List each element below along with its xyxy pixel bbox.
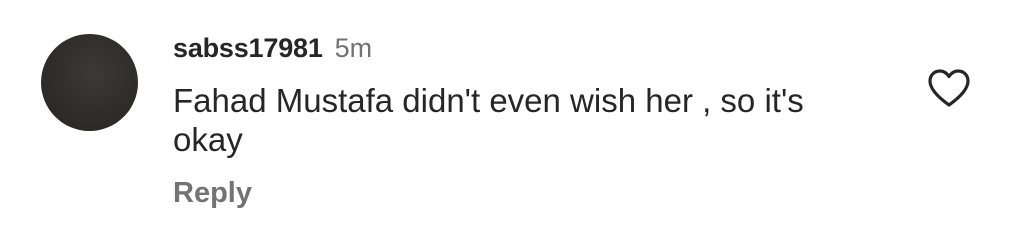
comment-text: Fahad Mustafa didn't even wish her , so … (173, 82, 804, 158)
username-link[interactable]: sabss17981 (173, 33, 323, 63)
comment-timestamp: 5m (334, 33, 373, 63)
like-button[interactable] (926, 67, 972, 109)
comment-body: sabss17981 5m Fahad Mustafa didn't even w… (173, 30, 893, 210)
heart-outline-icon (928, 69, 970, 107)
comment-meta: sabss17981 5m (173, 30, 893, 66)
avatar[interactable] (41, 34, 138, 131)
reply-button[interactable]: Reply (173, 177, 252, 210)
comment-item: sabss17981 5m Fahad Mustafa didn't even w… (0, 0, 1024, 242)
